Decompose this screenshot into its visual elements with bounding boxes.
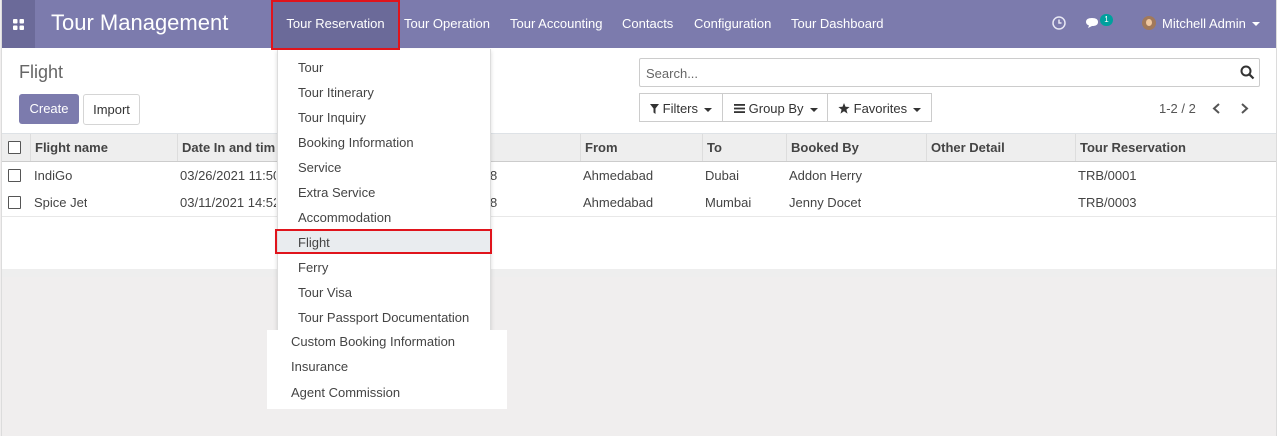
top-navbar: Tour Management Tour Reservation Tour Op…	[2, 0, 1276, 48]
favorites-label: Favorites	[853, 101, 908, 116]
list-icon	[734, 104, 745, 113]
chat-icon[interactable]	[1085, 17, 1101, 30]
dropdown-item-booking-information[interactable]: Booking Information	[298, 130, 414, 155]
messages-badge: 1	[1100, 14, 1113, 26]
dropdown-item-agent-commission[interactable]: Agent Commission	[291, 385, 400, 400]
column-flight-name[interactable]: Flight name	[30, 134, 177, 161]
dropdown-item-service[interactable]: Service	[298, 155, 341, 180]
column-to[interactable]: To	[702, 134, 786, 161]
highlight-menu-box	[271, 0, 400, 50]
table-footer	[2, 269, 1276, 277]
dropdown-item-tour-visa[interactable]: Tour Visa	[298, 280, 352, 305]
table-row[interactable]: IndiGo 03/26/2021 11:50 8 Ahmedabad Duba…	[2, 162, 1276, 190]
search-placeholder: Search...	[646, 66, 699, 81]
create-button[interactable]: Create	[19, 94, 79, 124]
cell-booked-by: Addon Herry	[789, 168, 862, 183]
dropdown-item-custom-booking-information[interactable]: Custom Booking Information	[291, 334, 455, 349]
menu-tour-dashboard[interactable]: Tour Dashboard	[791, 0, 884, 48]
filters-button[interactable]: Filters	[639, 93, 723, 122]
import-button[interactable]: Import	[83, 94, 140, 125]
table-header: Flight name Date In and tim From To Book…	[2, 134, 1276, 162]
dropdown-item-accommodation[interactable]: Accommodation	[298, 205, 391, 230]
control-panel: Flight Create Import Search... Filters G…	[2, 48, 1276, 134]
avatar[interactable]	[1142, 16, 1156, 30]
menu-configuration[interactable]: Configuration	[694, 0, 771, 48]
column-other-detail[interactable]: Other Detail	[926, 134, 1075, 161]
dropdown-item-ferry[interactable]: Ferry	[298, 255, 328, 280]
cell-booked-by: Jenny Docet	[789, 195, 862, 210]
clock-icon[interactable]	[1052, 16, 1066, 30]
chevron-right-icon[interactable]	[1240, 103, 1249, 114]
column-booked-by[interactable]: Booked By	[786, 134, 926, 161]
cell-date: 03/26/2021 11:50	[180, 168, 276, 183]
grid-icon	[13, 18, 24, 30]
menu-tour-accounting[interactable]: Tour Accounting	[510, 0, 603, 48]
dropdown-item-tour-inquiry[interactable]: Tour Inquiry	[298, 105, 366, 130]
groupby-button[interactable]: Group By	[722, 93, 828, 122]
star-icon	[838, 103, 850, 114]
cell-date: 03/11/2021 14:52	[180, 195, 276, 210]
user-name[interactable]: Mitchell Admin	[1162, 0, 1246, 48]
favorites-button[interactable]: Favorites	[827, 93, 932, 122]
cell-from: Ahmedabad	[583, 195, 654, 210]
tour-reservation-dropdown: Tour Tour Itinerary Tour Inquiry Booking…	[277, 49, 491, 334]
groupby-label: Group By	[748, 101, 804, 116]
cell-to: Mumbai	[705, 195, 752, 210]
pager-value[interactable]: 1-2 / 2	[1159, 101, 1196, 116]
column-tour-reservation[interactable]: Tour Reservation	[1075, 134, 1276, 161]
search-icon[interactable]	[1240, 65, 1255, 80]
filters-label: Filters	[662, 101, 699, 116]
user-menu-chevron-icon[interactable]	[1252, 22, 1260, 26]
column-from[interactable]: From	[580, 134, 702, 161]
row-checkbox[interactable]	[8, 169, 21, 182]
page-title: Flight	[19, 62, 64, 82]
highlight-flight-box	[275, 229, 492, 254]
cell-from: Ahmedabad	[583, 168, 654, 183]
menu-tour-operation[interactable]: Tour Operation	[404, 0, 490, 48]
dropdown-item-tour-passport-documentation[interactable]: Tour Passport Documentation	[298, 305, 469, 330]
dropdown-item-insurance[interactable]: Insurance	[291, 359, 348, 374]
dropdown-extension: Custom Booking Information Insurance Age…	[267, 330, 507, 409]
dropdown-item-tour-itinerary[interactable]: Tour Itinerary	[298, 80, 374, 105]
app-title: Tour Management	[51, 10, 229, 35]
table-row[interactable]: Spice Jet 03/11/2021 14:52 8 Ahmedabad M…	[2, 189, 1276, 217]
cell-to: Dubai	[705, 168, 739, 183]
dropdown-item-tour[interactable]: Tour	[298, 55, 323, 80]
empty-row	[2, 217, 1276, 244]
select-all-checkbox[interactable]	[8, 141, 21, 154]
row-checkbox[interactable]	[8, 196, 21, 209]
app-frame: Tour Management Tour Reservation Tour Op…	[1, 0, 1277, 436]
cell-tour-reservation: TRB/0001	[1078, 168, 1137, 183]
cell-partial: 8	[490, 195, 498, 210]
cell-flight-name: IndiGo	[34, 168, 73, 183]
cell-tour-reservation: TRB/0003	[1078, 195, 1137, 210]
apps-menu-button[interactable]	[2, 0, 35, 48]
cell-partial: 8	[490, 168, 498, 183]
empty-row	[2, 243, 1276, 270]
filter-icon	[650, 104, 659, 114]
chevron-left-icon[interactable]	[1212, 103, 1221, 114]
search-box[interactable]: Search...	[639, 58, 1260, 87]
dropdown-item-extra-service[interactable]: Extra Service	[298, 180, 375, 205]
menu-contacts[interactable]: Contacts	[622, 0, 673, 48]
cell-flight-name: Spice Jet	[34, 195, 88, 210]
